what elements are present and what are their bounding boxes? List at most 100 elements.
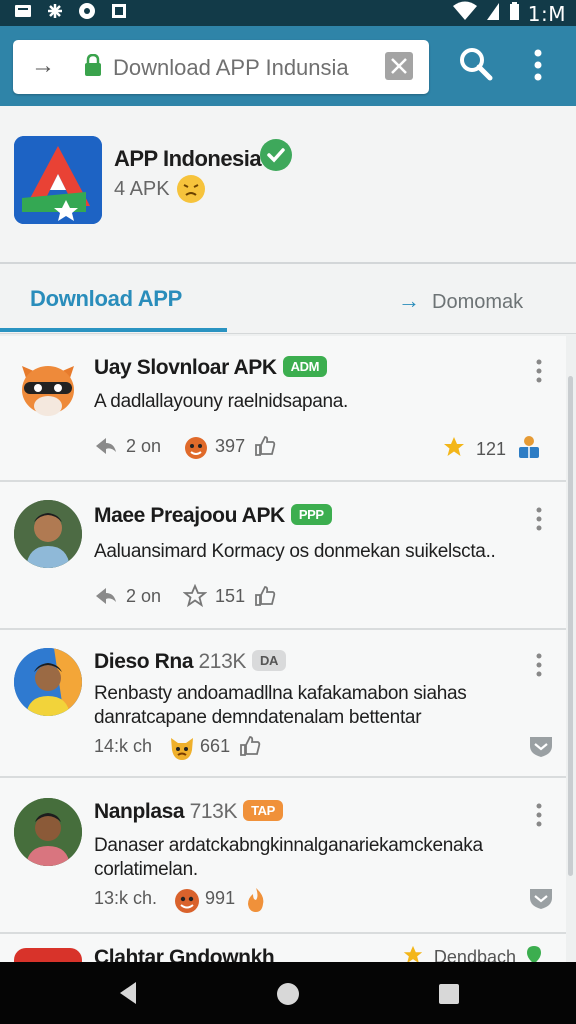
post-body: A dadlallayouny raelnidsapana. — [94, 391, 349, 412]
post-title-text: Clahtar Gndownkh — [94, 946, 275, 962]
thumbs-up-icon[interactable] — [253, 434, 277, 458]
star-count: 121 — [475, 439, 506, 459]
home-icon[interactable] — [277, 983, 299, 1005]
app-logo-icon — [14, 136, 102, 224]
post-body: Aaluansimard Kormacy os donmekan suikels… — [94, 541, 496, 562]
raccoon-avatar-icon — [14, 354, 82, 422]
post-count: 661 — [200, 735, 231, 756]
recent-apps-icon[interactable] — [439, 984, 459, 1004]
star-icon[interactable] — [442, 435, 466, 464]
post-title: Dieso Rna 213K DA — [94, 650, 286, 674]
post-title-text: Nanplasa — [94, 800, 185, 823]
url-text[interactable]: Download APP Indunsia — [113, 55, 349, 81]
tab-download-app[interactable]: Download APP — [30, 286, 182, 312]
post-title: Nanplasa 713K TAP — [94, 800, 283, 824]
user-avatar — [14, 798, 82, 866]
post-title-stat: 713K — [189, 800, 238, 823]
tab-domomak[interactable]: → Domomak — [398, 288, 523, 314]
more-vert-icon[interactable] — [534, 506, 544, 532]
app-header: APP Indonesia 4 APK — [0, 106, 576, 264]
post-meta: 2 on 397 — [94, 434, 277, 459]
tiger-face-icon — [173, 886, 200, 913]
user-avatar — [14, 648, 82, 716]
post-right-meta: 121 — [442, 434, 542, 465]
system-nav-bar — [0, 962, 576, 1024]
post-count: 991 — [205, 887, 236, 908]
close-tab-icon[interactable] — [385, 52, 413, 80]
post-card[interactable]: Uay Slovnloar APK ADM A dadlallayouny rae… — [0, 336, 566, 482]
post-title-text: Dieso Rna — [94, 650, 194, 673]
post-card[interactable]: Nanplasa 713K TAP Danaser ardatckabngkinn… — [0, 778, 566, 934]
browser-toolbar: → Download APP Indunsia — [0, 26, 576, 106]
status-icons-left — [14, 2, 128, 25]
status-bar: 1:M — [0, 0, 576, 26]
post-count: 397 — [215, 435, 246, 456]
post-badge: TAP — [243, 800, 283, 821]
shield-icon[interactable] — [528, 734, 554, 763]
fire-icon[interactable] — [243, 886, 267, 912]
location-pin-icon — [526, 945, 542, 962]
thumbs-up-icon[interactable] — [238, 734, 262, 758]
forward-arrow-icon[interactable]: → — [31, 52, 55, 80]
post-card[interactable]: Maee Preajoou APK PPP Aaluansimard Kormac… — [0, 482, 566, 630]
tab-bar: Download APP → Domomak — [0, 264, 576, 334]
post-meta: 14:k ch 661 — [94, 734, 262, 760]
post-title-text: Uay Slovnloar APK — [94, 356, 277, 379]
cat-face-icon — [168, 734, 194, 760]
post-right-label: Dendbach — [433, 947, 516, 962]
post-time: 14:k ch — [94, 735, 153, 756]
post-card[interactable]: Dieso Rna 213K DA Renbasty andoamadllna k… — [0, 630, 566, 778]
tab-domomak-label: Domomak — [432, 291, 524, 313]
share-arrow-icon[interactable] — [94, 434, 118, 458]
wifi-icon — [452, 1, 478, 27]
post-meta: 13:k ch. 991 — [94, 886, 267, 913]
asterisk-icon — [46, 2, 64, 25]
url-bar[interactable]: → Download APP Indunsia — [13, 40, 429, 94]
post-feed[interactable]: Uay Slovnloar APK ADM A dadlallayouny rae… — [0, 336, 576, 962]
star-outline-icon[interactable] — [182, 583, 208, 608]
post-body: Renbasty andoamadllna kafakamabon siahas… — [94, 683, 467, 728]
battery-icon — [508, 1, 520, 27]
app-title: APP Indonesia — [114, 146, 262, 171]
post-right-meta: Dendbach — [402, 944, 542, 962]
post-count: 151 — [215, 585, 246, 606]
more-vert-icon[interactable] — [534, 802, 544, 828]
more-vert-icon[interactable] — [534, 652, 544, 678]
post-title: Clahtar Gndownkh — [94, 946, 275, 962]
arrow-right-icon: → — [398, 288, 420, 313]
post-time: 2 on — [126, 585, 162, 606]
post-title-text: Maee Preajoou APK — [94, 504, 285, 527]
status-time: 1:M — [527, 2, 566, 26]
post-title: Uay Slovnloar APK ADM — [94, 356, 328, 380]
thumbs-up-icon[interactable] — [253, 584, 277, 608]
post-badge: DA — [251, 650, 286, 671]
app-avatar — [14, 948, 82, 962]
post-time: 2 on — [126, 435, 162, 456]
tiger-face-icon — [183, 434, 208, 459]
circle-icon — [78, 2, 96, 25]
shield-icon[interactable] — [528, 886, 554, 915]
emoji-face-icon — [176, 174, 206, 204]
star-icon[interactable] — [402, 944, 424, 962]
post-badge: ADM — [282, 356, 328, 377]
square-icon — [110, 2, 128, 25]
more-vert-icon[interactable] — [534, 358, 544, 384]
user-avatar — [14, 500, 82, 568]
post-title-stat: 213K — [198, 650, 247, 673]
post-meta: 2 on 151 — [94, 583, 277, 608]
share-arrow-icon[interactable] — [94, 584, 118, 608]
post-title: Maee Preajoou APK PPP — [94, 504, 332, 528]
post-card[interactable]: Clahtar Gndownkh Dendbach — [0, 934, 566, 962]
search-icon[interactable] — [458, 46, 494, 82]
post-time: 13:k ch. — [94, 887, 158, 908]
more-vert-icon[interactable] — [528, 48, 548, 82]
verified-icon — [260, 139, 292, 171]
reader-icon[interactable] — [516, 434, 542, 465]
app-subtitle: 4 APK — [114, 178, 170, 200]
post-badge: PPP — [290, 504, 332, 525]
notification-icon — [14, 2, 32, 25]
back-icon[interactable] — [116, 980, 140, 1011]
post-body: Danaser ardatckabngkinnalganariekamckena… — [94, 835, 483, 880]
lock-icon — [85, 53, 101, 76]
scrollbar[interactable] — [568, 376, 573, 876]
